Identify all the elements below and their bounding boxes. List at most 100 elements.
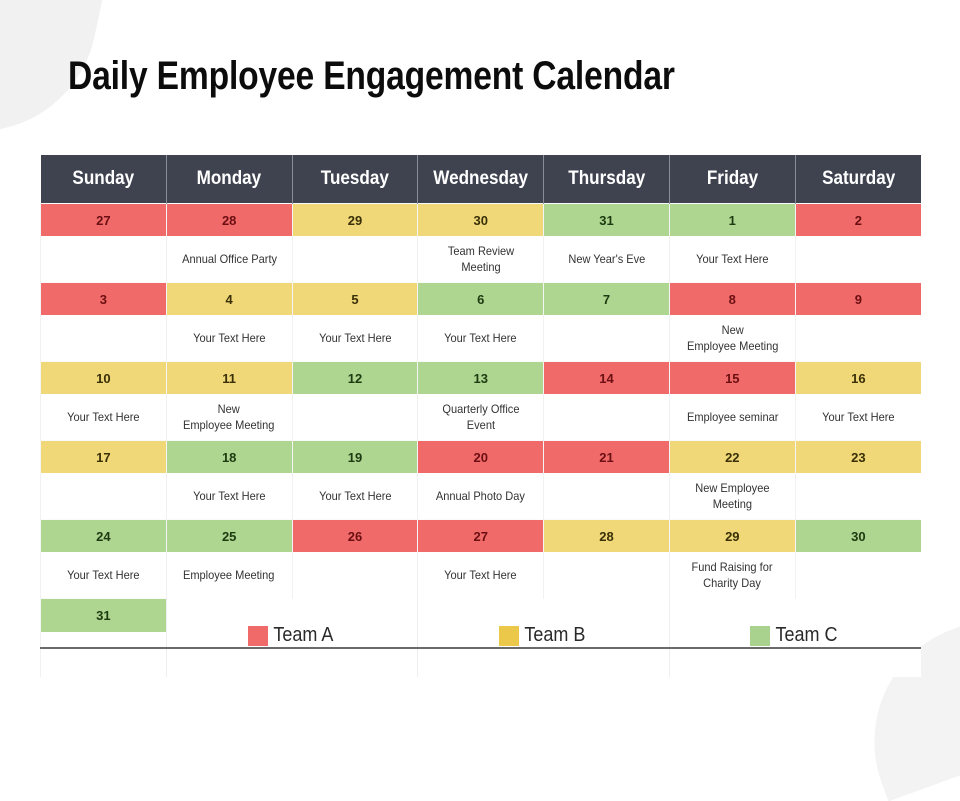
date-number: 4 bbox=[225, 291, 233, 307]
note-cell[interactable]: New Year's Eve bbox=[543, 236, 670, 283]
note-cell[interactable]: Your Text Here bbox=[165, 315, 293, 362]
note-cell[interactable] bbox=[291, 236, 418, 283]
date-cell[interactable]: 1 bbox=[668, 203, 796, 236]
date-cell[interactable]: 28 bbox=[165, 203, 293, 236]
date-cell[interactable]: 16 bbox=[794, 361, 921, 394]
note-cell[interactable] bbox=[794, 236, 921, 283]
date-cell[interactable]: 3 bbox=[40, 282, 167, 315]
note-cell[interactable] bbox=[291, 552, 418, 599]
date-cell[interactable]: 26 bbox=[291, 519, 418, 552]
date-cell[interactable]: 31 bbox=[543, 203, 670, 236]
date-cell[interactable]: 19 bbox=[291, 440, 418, 473]
note-row-week-2: Your Text Here Your Text Here Your Text He… bbox=[40, 315, 921, 362]
date-cell[interactable]: 6 bbox=[417, 282, 544, 315]
note-cell[interactable]: Annual Photo Day bbox=[417, 473, 544, 520]
note-cell[interactable]: Your Text Here bbox=[291, 315, 418, 362]
date-cell[interactable]: 7 bbox=[543, 282, 670, 315]
note-cell[interactable]: Quarterly Office Event bbox=[417, 394, 544, 441]
note-cell[interactable]: Your Text Here bbox=[668, 236, 796, 283]
weekday-header-sunday: Sunday bbox=[40, 155, 167, 204]
date-cell[interactable]: 23 bbox=[794, 440, 921, 473]
date-cell[interactable]: 5 bbox=[291, 282, 418, 315]
date-cell[interactable]: 14 bbox=[543, 361, 670, 394]
note-cell[interactable] bbox=[543, 473, 670, 520]
weekday-header-monday: Monday bbox=[165, 155, 293, 204]
date-cell[interactable]: 20 bbox=[417, 440, 544, 473]
note-cell[interactable]: Your Text Here bbox=[40, 552, 167, 599]
date-number: 19 bbox=[347, 449, 363, 465]
note-cell[interactable] bbox=[794, 552, 921, 599]
date-cell[interactable]: 15 bbox=[668, 361, 796, 394]
note-cell[interactable] bbox=[40, 473, 167, 520]
date-number: 8 bbox=[728, 291, 736, 307]
legend-item-team-b: Team B bbox=[417, 598, 670, 677]
date-cell[interactable]: 17 bbox=[40, 440, 167, 473]
note-cell[interactable] bbox=[794, 315, 921, 362]
date-cell[interactable]: 30 bbox=[417, 203, 544, 236]
note-text: New Year's Eve bbox=[568, 252, 645, 266]
note-cell[interactable] bbox=[40, 315, 167, 362]
date-number: 1 bbox=[728, 212, 736, 228]
note-cell[interactable]: Your Text Here bbox=[165, 473, 293, 520]
date-cell[interactable]: 13 bbox=[417, 361, 544, 394]
date-cell[interactable]: 18 bbox=[165, 440, 293, 473]
note-row-week-4: Your Text Here Your Text Here Annual Photo… bbox=[40, 473, 921, 520]
note-cell[interactable]: Employee Meeting bbox=[165, 552, 293, 599]
date-cell[interactable]: 8 bbox=[668, 282, 796, 315]
date-cell[interactable]: 27 bbox=[417, 519, 544, 552]
note-cell[interactable] bbox=[543, 552, 670, 599]
date-cell[interactable]: 22 bbox=[668, 440, 796, 473]
note-cell[interactable]: New Employee Meeting bbox=[165, 394, 293, 441]
note-cell[interactable] bbox=[794, 473, 921, 520]
date-row-week-2: 3 4 5 6 7 8 9 bbox=[40, 282, 921, 315]
note-text: Your Text Here bbox=[318, 489, 392, 503]
date-number: 24 bbox=[96, 528, 111, 544]
legend-label: Team C bbox=[775, 624, 838, 647]
note-cell[interactable]: Team Review Meeting bbox=[417, 236, 544, 283]
date-cell[interactable]: 4 bbox=[165, 282, 293, 315]
note-cell[interactable] bbox=[40, 631, 167, 677]
note-text: Annual Office Party bbox=[181, 252, 277, 266]
date-cell[interactable]: 10 bbox=[40, 361, 167, 394]
note-text: Your Text Here bbox=[318, 331, 392, 345]
date-cell[interactable]: 25 bbox=[165, 519, 293, 552]
note-cell[interactable]: Annual Office Party bbox=[165, 236, 293, 283]
note-cell[interactable] bbox=[40, 236, 167, 283]
date-number: 29 bbox=[725, 528, 740, 544]
date-number: 20 bbox=[473, 449, 488, 465]
note-cell[interactable]: Your Text Here bbox=[417, 552, 544, 599]
date-cell[interactable]: 29 bbox=[668, 519, 796, 552]
weekday-label: Wednesday bbox=[433, 168, 529, 189]
date-cell[interactable]: 12 bbox=[291, 361, 418, 394]
note-cell[interactable]: Your Text Here bbox=[291, 473, 418, 520]
note-cell[interactable] bbox=[543, 394, 670, 441]
note-cell[interactable]: Your Text Here bbox=[794, 394, 921, 441]
note-cell[interactable]: New Employee Meeting bbox=[668, 473, 796, 520]
date-number: 31 bbox=[599, 212, 614, 228]
note-cell[interactable]: Employee seminar bbox=[668, 394, 796, 441]
note-cell[interactable] bbox=[291, 394, 418, 441]
note-row-week-3: Your Text Here New Employee Meeting Quarte… bbox=[40, 394, 921, 441]
date-cell[interactable]: 31 bbox=[40, 597, 167, 632]
date-number: 10 bbox=[96, 370, 111, 386]
date-cell[interactable]: 30 bbox=[794, 519, 921, 552]
note-cell[interactable]: Your Text Here bbox=[417, 315, 544, 362]
date-cell[interactable]: 28 bbox=[543, 519, 670, 552]
note-cell[interactable] bbox=[543, 315, 670, 362]
note-cell[interactable]: Your Text Here bbox=[40, 394, 167, 441]
date-cell[interactable]: 29 bbox=[291, 203, 418, 236]
date-cell[interactable]: 21 bbox=[543, 440, 670, 473]
date-cell[interactable]: 9 bbox=[794, 282, 921, 315]
note-cell[interactable]: Fund Raising for Charity Day bbox=[668, 552, 796, 599]
date-number: 5 bbox=[351, 291, 359, 307]
team-b-swatch bbox=[498, 625, 519, 646]
date-number: 12 bbox=[347, 370, 363, 386]
note-cell[interactable]: New Employee Meeting bbox=[668, 315, 796, 362]
weekday-label: Sunday bbox=[72, 168, 135, 189]
date-number: 15 bbox=[725, 370, 740, 386]
date-cell[interactable]: 11 bbox=[165, 361, 293, 394]
date-cell[interactable]: 27 bbox=[40, 203, 167, 236]
date-cell[interactable]: 24 bbox=[40, 519, 167, 552]
note-text: Your Text Here bbox=[192, 489, 266, 503]
date-cell[interactable]: 2 bbox=[794, 203, 921, 236]
